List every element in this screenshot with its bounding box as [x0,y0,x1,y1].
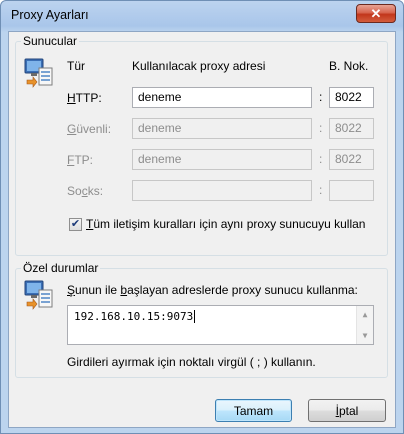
proxy-settings-window: Proxy Ayarları ✕ Sunucular Tür Kullanıla… [0,0,404,434]
exceptions-group: Özel durumlar Şunun ile başlayan adresle… [15,261,388,378]
servers-legend: Sunucular [21,34,80,48]
http-address-input[interactable]: deneme [132,87,312,108]
dialog-client-area: Sunucular Tür Kullanılacak proxy adresi … [8,31,396,428]
ftp-label: FTP: [67,153,94,167]
title-bar[interactable]: Proxy Ayarları ✕ [1,1,403,31]
address-column-header: Kullanılacak proxy adresi [132,59,266,73]
close-icon: ✕ [370,5,382,21]
secure-port-input[interactable]: 8022 [329,118,374,139]
socks-colon: : [319,183,323,197]
window-title: Proxy Ayarları [11,8,89,22]
servers-group: Sunucular Tür Kullanılacak proxy adresi … [15,34,388,256]
ftp-port-input[interactable]: 8022 [329,149,374,170]
http-colon: : [319,90,323,104]
scroll-up-icon[interactable]: ▲ [357,306,373,323]
socks-label: Socks: [67,184,104,198]
exceptions-description: Şunun ile başlayan adreslerde proxy sunu… [67,283,358,297]
exceptions-value: 192.168.10.15:9073 [74,310,194,323]
type-column-header: Tür [67,59,85,73]
socks-port-input[interactable] [329,180,374,201]
socks-address-input[interactable] [132,180,312,201]
same-proxy-label[interactable]: Tüm iletişim kuralları için aynı proxy s… [86,217,365,231]
secure-label: Güvenli: [67,122,112,136]
secure-address-input[interactable]: deneme [132,118,312,139]
http-port-input[interactable]: 8022 [329,87,374,108]
ftp-address-input[interactable]: deneme [132,149,312,170]
close-button[interactable]: ✕ [356,4,396,23]
exceptions-scrollbar[interactable]: ▲ ▼ [356,306,373,344]
same-proxy-checkbox[interactable]: ✔ [69,218,82,231]
exceptions-textarea[interactable]: 192.168.10.15:9073 ▲ ▼ [67,305,374,345]
http-label: HTTP: [67,91,102,105]
port-column-header: B. Nok. [329,59,369,73]
exceptions-hint: Girdileri ayırmak için noktalı virgül ( … [67,355,316,369]
ftp-colon: : [319,152,323,166]
secure-colon: : [319,121,323,135]
network-computer-icon [24,58,53,88]
network-computer-icon [24,280,53,310]
checkmark-icon: ✔ [70,218,81,230]
ok-button[interactable]: Tamam [215,399,292,422]
scroll-down-icon[interactable]: ▼ [357,327,373,344]
cancel-button[interactable]: İptal [308,399,386,422]
exceptions-legend: Özel durumlar [21,261,101,275]
